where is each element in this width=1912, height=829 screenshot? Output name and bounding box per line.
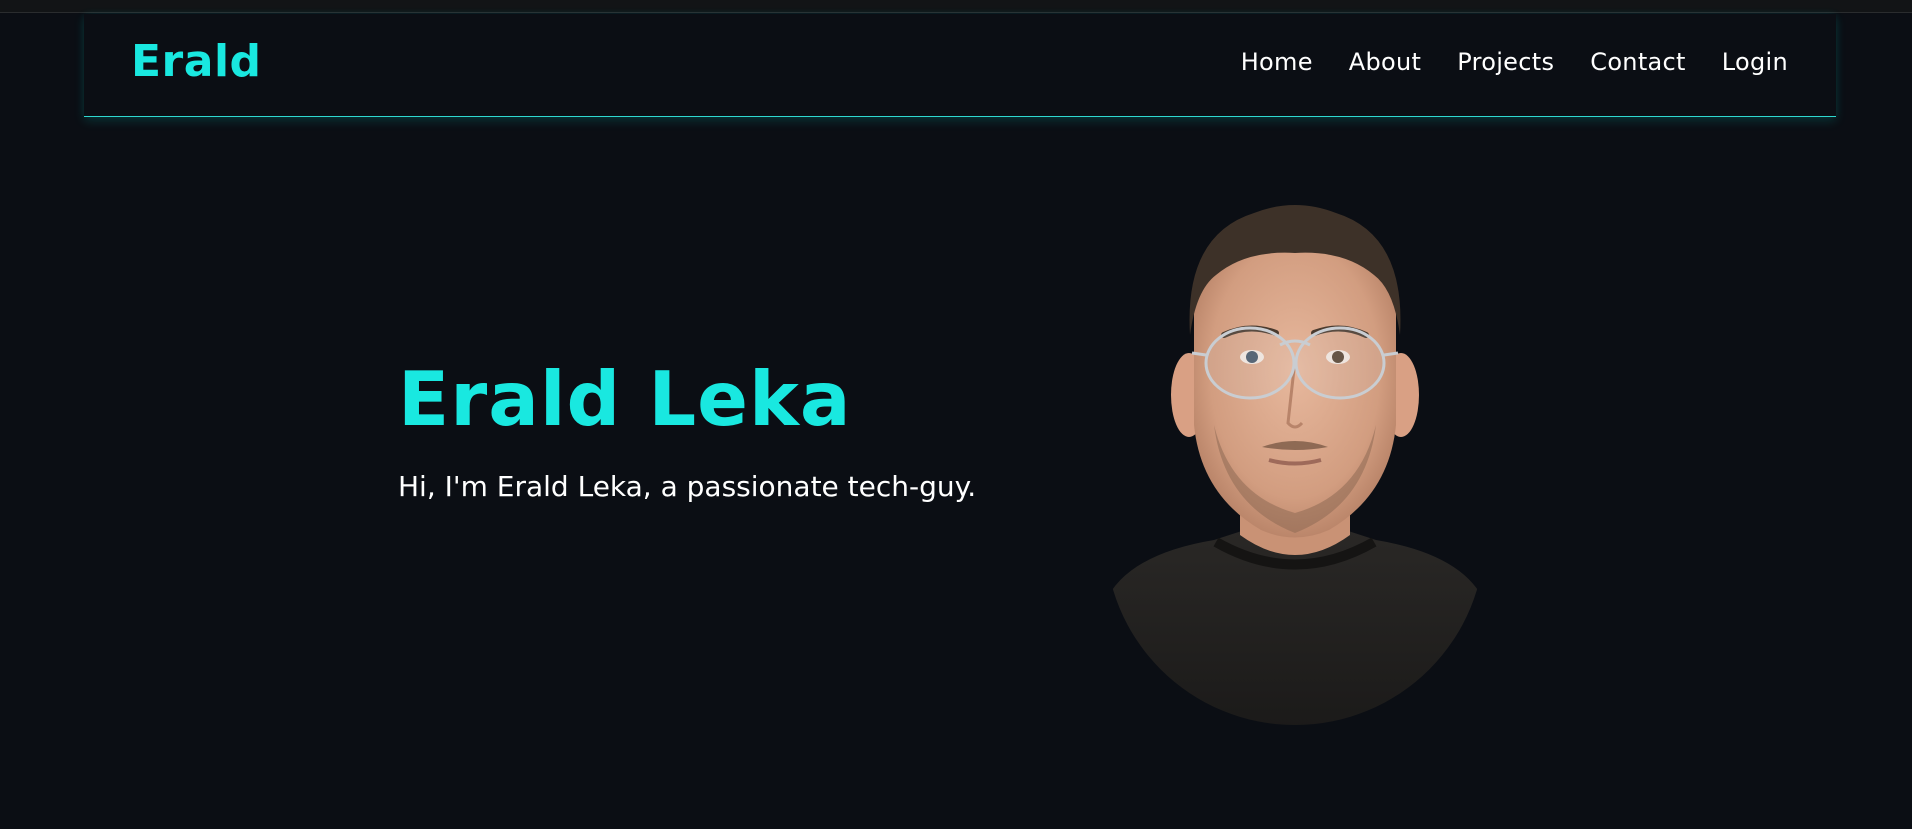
navbar: Erald Home About Projects Contact Login [84,14,1836,117]
nav-item-projects: Projects [1457,50,1554,74]
nav-link-home[interactable]: Home [1241,48,1313,76]
profile-photo [1104,205,1486,725]
nav-links: Home About Projects Contact Login [1241,50,1788,74]
browser-top-strip [0,0,1912,13]
nav-item-about: About [1349,50,1421,74]
hero-title: Erald Leka [398,355,852,443]
nav-link-projects[interactable]: Projects [1457,48,1554,76]
nav-link-about[interactable]: About [1349,48,1421,76]
hero-subtitle: Hi, I'm Erald Leka, a passionate tech-gu… [398,470,977,503]
nav-item-contact: Contact [1590,50,1685,74]
nav-item-home: Home [1241,50,1313,74]
nav-link-login[interactable]: Login [1722,48,1788,76]
nav-item-login: Login [1722,50,1788,74]
site-logo[interactable]: Erald [131,40,262,84]
nav-link-contact[interactable]: Contact [1590,48,1685,76]
